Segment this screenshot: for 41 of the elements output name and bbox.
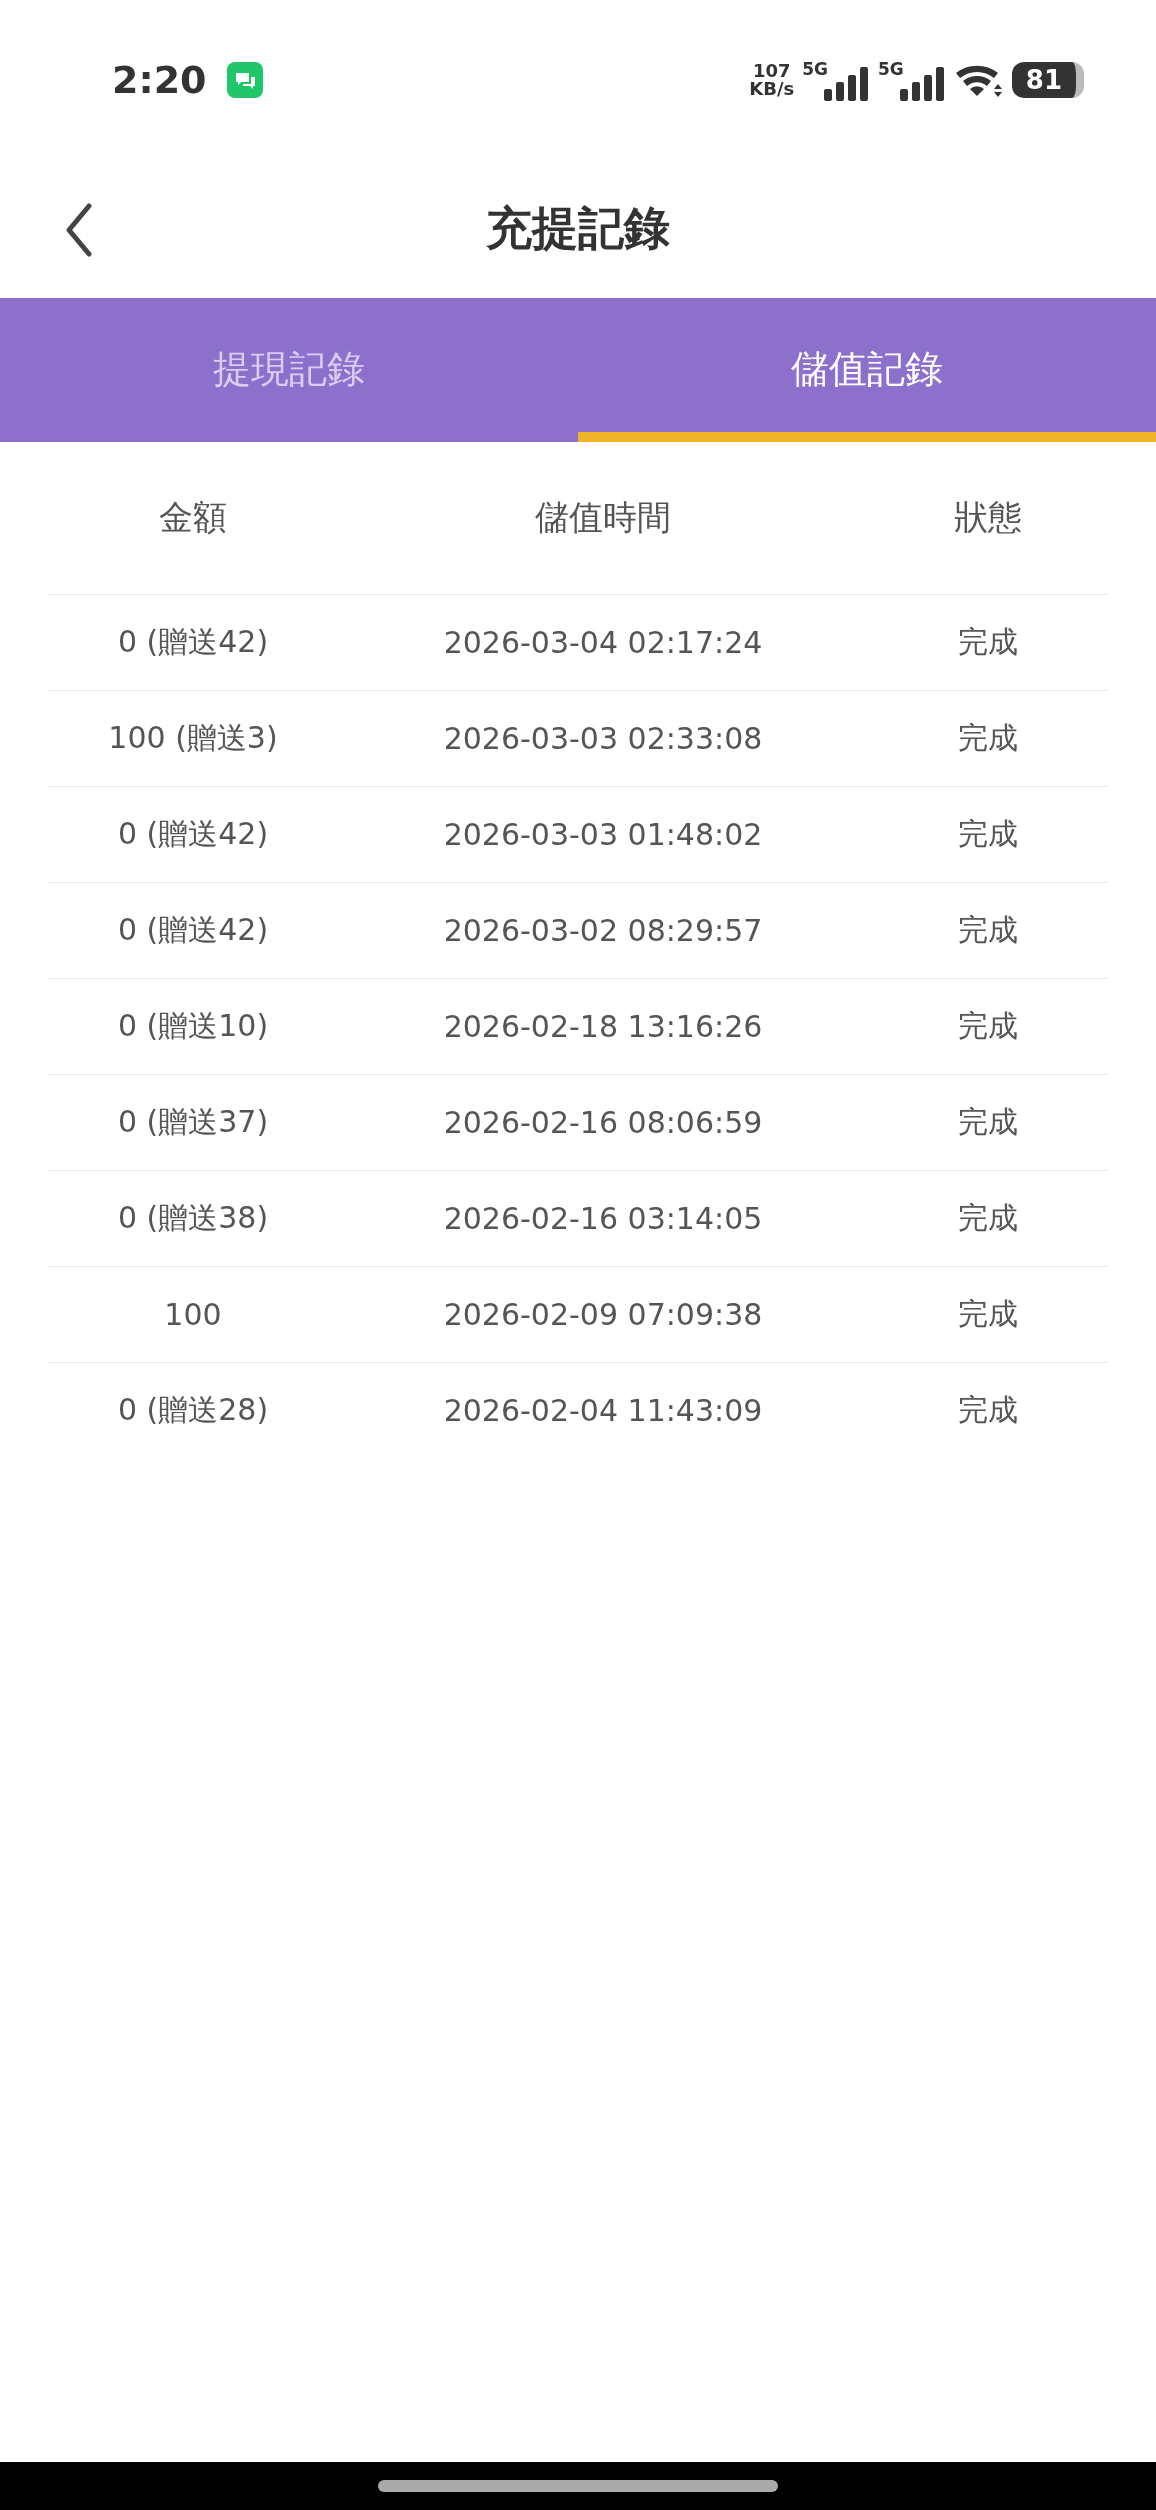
tab[interactable]: 儲值記錄 xyxy=(578,298,1156,442)
table-cell-text: 0 (贈送38) xyxy=(116,1199,270,1237)
column-header: 金額 xyxy=(158,496,228,539)
back-icon xyxy=(64,202,94,258)
column-header: 儲值時間 xyxy=(534,496,672,539)
chat-app-icon xyxy=(226,62,263,98)
battery-level: 81 xyxy=(1025,65,1062,95)
table-cell-text: 2026-03-02 08:29:57 xyxy=(442,913,764,948)
table-cell-text: 完成 xyxy=(957,623,1019,661)
table-cell-text: 0 (贈送28) xyxy=(116,1391,270,1429)
table-cell-text: 2026-02-16 08:06:59 xyxy=(442,1105,764,1140)
table-cell-text: 完成 xyxy=(957,1007,1019,1045)
network-type: 5G xyxy=(878,59,904,79)
table-cell-text: 2026-03-04 02:17:24 xyxy=(442,625,764,660)
table-cell-text: 完成 xyxy=(957,911,1019,949)
table-cell-text: 2026-02-16 03:14:05 xyxy=(442,1201,764,1236)
network-speed: 107 xyxy=(752,62,791,80)
table-cell-text: 0 (贈送42) xyxy=(116,623,270,661)
table-cell-text: 完成 xyxy=(957,719,1019,757)
table-cell-text: 2026-02-04 11:43:09 xyxy=(442,1393,764,1428)
table-cell-text: 0 (贈送10) xyxy=(116,1007,270,1045)
table-cell-text: 2026-02-18 13:16:26 xyxy=(442,1009,764,1044)
table-cell-text: 0 (贈送37) xyxy=(116,1103,270,1141)
table-cell-text: 2026-02-09 07:09:38 xyxy=(442,1297,764,1332)
table-cell-text: 完成 xyxy=(957,1103,1019,1141)
clock-time: 2:20 xyxy=(112,58,207,102)
column-header: 狀態 xyxy=(953,496,1023,539)
table-cell-text: 100 (贈送3) xyxy=(107,719,279,757)
network-type: 5G xyxy=(802,59,828,79)
table-cell-text: 2026-03-03 01:48:02 xyxy=(442,817,764,852)
speed-unit: KB/s xyxy=(749,80,795,98)
page-title: 充提記錄 xyxy=(486,200,670,257)
table-cell-text: 完成 xyxy=(957,1199,1019,1237)
table-cell-text: 完成 xyxy=(957,1295,1019,1333)
table-cell-text: 完成 xyxy=(957,815,1019,853)
table-cell-text: 0 (贈送42) xyxy=(116,815,270,853)
table-cell-text: 0 (贈送42) xyxy=(116,911,270,949)
table-cell-text: 完成 xyxy=(957,1391,1019,1429)
table-cell-text: 2026-03-03 02:33:08 xyxy=(442,721,764,756)
tab[interactable]: 提現記錄 xyxy=(0,298,578,442)
table-cell-text: 100 xyxy=(163,1297,223,1332)
